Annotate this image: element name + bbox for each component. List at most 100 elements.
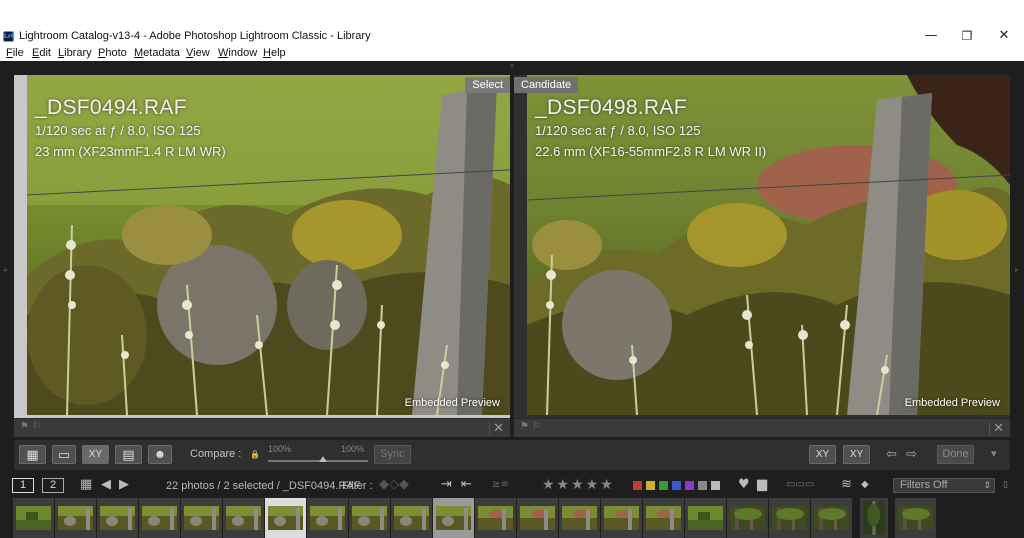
back-arrow-icon[interactable]: ◀ — [101, 477, 111, 493]
filmstrip-thumbnail[interactable] — [769, 498, 810, 538]
menu-edit[interactable]: Edit — [32, 47, 51, 59]
filmstrip[interactable] — [0, 498, 1024, 538]
select-info-overlay: _DSF0494.RAF 1/120 sec at ƒ / 8.0, ISO 1… — [35, 95, 226, 162]
restore-button[interactable]: ❐ — [952, 28, 982, 45]
select-exposure: 1/120 sec at ƒ / 8.0, ISO 125 — [35, 123, 201, 138]
rating-filter-icon[interactable]: ≥≡ — [492, 477, 509, 493]
select-tag: Select — [465, 77, 510, 93]
lock-icon[interactable]: 🔒 — [250, 450, 260, 459]
color-label-yellow[interactable] — [646, 481, 655, 490]
flag-filter-icon[interactable]: ◆◇◆ — [379, 477, 409, 493]
filmstrip-thumbnail[interactable] — [433, 498, 474, 538]
filmstrip-thumbnail[interactable] — [517, 498, 558, 538]
survey-view-icon[interactable]: ▤ — [115, 445, 142, 464]
filter-preset-value: Filters Off — [900, 479, 948, 491]
close-window-button[interactable]: ✕ — [989, 28, 1019, 45]
pick-flag-icon[interactable]: ⚐ — [32, 421, 41, 432]
menu-window[interactable]: Window — [218, 47, 257, 59]
toolbar-menu-chevron-icon[interactable]: ▾ — [991, 447, 997, 460]
filmstrip-thumbnail[interactable] — [307, 498, 348, 538]
copy-status-icon[interactable]: ▭▭▭ — [786, 477, 814, 493]
filmstrip-status[interactable]: 22 photos / 2 selected / _DSF0494.RAF — [166, 480, 360, 492]
color-label-gray[interactable] — [698, 481, 707, 490]
grid-view-icon[interactable]: ▦ — [19, 445, 46, 464]
menu-file[interactable]: File — [6, 47, 24, 59]
footer-divider — [989, 422, 990, 435]
compare-view-button[interactable]: XY — [82, 445, 109, 464]
filmstrip-thumbnail[interactable] — [727, 498, 768, 538]
candidate-embedded-preview-label: Embedded Preview — [904, 397, 1000, 409]
menu-view[interactable]: View — [186, 47, 210, 59]
filmstrip-thumbnail[interactable] — [811, 498, 852, 538]
minimize-button[interactable]: — — [916, 28, 946, 45]
zoom-slider-track[interactable] — [268, 460, 368, 462]
candidate-rating-dots[interactable]: ····· — [714, 422, 814, 432]
next-photo-icon[interactable]: ⇨ — [906, 446, 917, 462]
right-panel-toggle[interactable]: ▸ — [1015, 266, 1021, 276]
loupe-view-icon[interactable]: ▭ — [52, 445, 76, 464]
candidate-photo[interactable]: _DSF0498.RAF 1/120 sec at ƒ / 8.0, ISO 1… — [527, 75, 1010, 415]
color-label-white[interactable] — [711, 481, 720, 490]
candidate-tag: Candidate — [514, 77, 579, 93]
color-label-red[interactable] — [633, 481, 642, 490]
forward-arrow-icon[interactable]: ▶ — [119, 477, 129, 493]
close-candidate-icon[interactable]: ✕ — [993, 420, 1004, 436]
comment-icon[interactable]: ▆ — [757, 477, 767, 493]
make-select-button[interactable]: XY — [843, 445, 870, 464]
zoom-slider-thumb[interactable] — [319, 456, 327, 462]
candidate-pick-flag-icon[interactable]: ⚐ — [532, 421, 541, 432]
filmstrip-thumbnail[interactable] — [55, 498, 96, 538]
select-lens: 23 mm (XF23mmF1.4 R LM WR) — [35, 144, 226, 159]
filmstrip-thumbnail[interactable] — [265, 498, 306, 538]
menu-library[interactable]: Library — [58, 47, 92, 59]
filmstrip-thumbnail[interactable] — [181, 498, 222, 538]
candidate-compare-panel[interactable]: _DSF0498.RAF 1/120 sec at ƒ / 8.0, ISO 1… — [514, 75, 1010, 437]
filmstrip-thumbnail[interactable] — [685, 498, 726, 538]
select-rating-dots[interactable]: ····· — [214, 422, 314, 432]
stack-icon[interactable]: ≋ — [841, 477, 852, 493]
select-compare-panel[interactable]: _DSF0494.RAF 1/120 sec at ƒ / 8.0, ISO 1… — [14, 75, 510, 437]
export-icon[interactable]: ⇤ — [461, 477, 472, 493]
filmstrip-thumbnail[interactable] — [349, 498, 390, 538]
filmstrip-thumbnail[interactable] — [643, 498, 684, 538]
menu-help[interactable]: Help — [263, 47, 286, 59]
menu-photo[interactable]: Photo — [98, 47, 127, 59]
swap-button[interactable]: XY — [809, 445, 836, 464]
filmstrip-thumbnail[interactable] — [895, 498, 936, 538]
filter-preset-select[interactable]: Filters Off ⇕ — [893, 478, 995, 493]
footer-divider — [489, 422, 490, 435]
import-icon[interactable]: ⇥ — [441, 477, 452, 493]
menu-metadata[interactable]: Metadata — [134, 47, 180, 59]
heart-icon[interactable]: ♥ — [738, 477, 750, 493]
filmstrip-thumbnail[interactable] — [475, 498, 516, 538]
close-select-icon[interactable]: ✕ — [493, 420, 504, 436]
color-label-green[interactable] — [659, 481, 668, 490]
grid-icon[interactable]: ▦ — [80, 477, 92, 493]
filmstrip-thumbnail[interactable] — [559, 498, 600, 538]
left-panel-toggle[interactable]: ◂ — [3, 266, 9, 276]
star-rating-filter[interactable]: ★★★★★ — [542, 477, 615, 493]
thumbnail-image — [478, 506, 513, 530]
filter-toggle-icon[interactable]: ◆ — [861, 477, 869, 493]
window-title: Lightroom Catalog-v13-4 - Adobe Photosho… — [19, 30, 371, 42]
color-label-blue[interactable] — [672, 481, 681, 490]
filmstrip-thumbnail[interactable] — [601, 498, 642, 538]
candidate-reject-flag-icon[interactable]: ⚑ — [520, 421, 529, 432]
top-panel-toggle[interactable]: ▾ — [505, 63, 519, 70]
reject-flag-icon[interactable]: ⚑ — [20, 421, 29, 432]
filmstrip-thumbnail[interactable] — [139, 498, 180, 538]
filmstrip-lock-icon[interactable]: ▯ — [1003, 477, 1008, 493]
select-photo[interactable]: _DSF0494.RAF 1/120 sec at ƒ / 8.0, ISO 1… — [27, 75, 510, 415]
done-button[interactable]: Done — [937, 445, 974, 464]
people-view-icon[interactable]: ☻ — [148, 445, 172, 464]
filmstrip-thumbnail[interactable] — [391, 498, 432, 538]
sync-button[interactable]: Sync — [374, 445, 411, 464]
filmstrip-thumbnail[interactable] — [223, 498, 264, 538]
color-label-purple[interactable] — [685, 481, 694, 490]
filmstrip-thumbnail[interactable] — [13, 498, 54, 538]
filmstrip-thumbnail[interactable] — [97, 498, 138, 538]
secondary-window-button[interactable]: 2 — [42, 478, 64, 493]
filmstrip-thumbnail[interactable] — [860, 498, 888, 538]
previous-photo-icon[interactable]: ⇦ — [886, 446, 897, 462]
primary-window-button[interactable]: 1 — [12, 478, 34, 493]
